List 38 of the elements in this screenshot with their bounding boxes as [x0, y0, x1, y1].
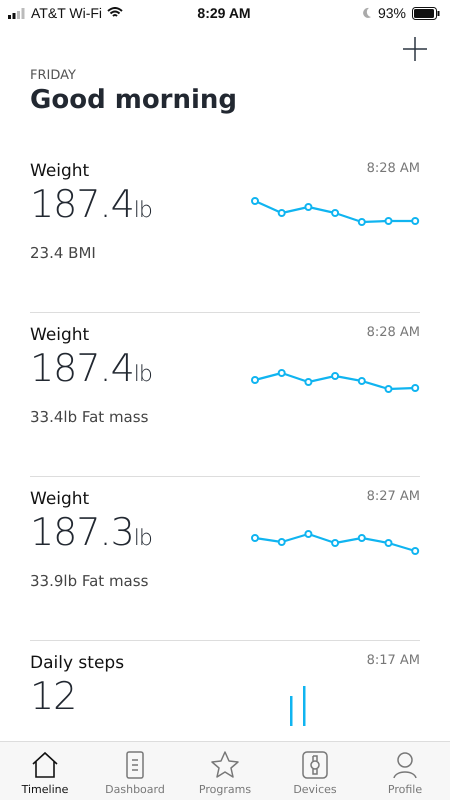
card-time: 8:27 AM — [366, 489, 420, 504]
card-time: 8:28 AM — [366, 325, 420, 340]
measurement-card[interactable]: Weight 187.4lb 33.4lb Fat mass 8:28 AM — [30, 313, 420, 477]
add-button[interactable] — [402, 36, 428, 62]
measurement-value: 187.4lb — [30, 345, 153, 392]
greeting-heading: Good morning — [29, 85, 238, 115]
star-icon — [210, 750, 240, 780]
steps-bar-chart — [290, 686, 306, 726]
measurement-detail: 23.4 BMI — [30, 244, 97, 262]
carrier-label: AT&T Wi-Fi — [31, 5, 102, 21]
card-title: Weight — [30, 161, 90, 181]
signal-icon — [8, 8, 26, 18]
card-title: Weight — [30, 325, 90, 345]
tab-bar-item[interactable]: Timeline — [0, 742, 90, 800]
measurement-detail: 33.9lb Fat mass — [30, 572, 150, 590]
measurement-value: 12 — [30, 673, 78, 719]
tab-bar-item[interactable]: Dashboard — [90, 742, 180, 800]
tab-bar-item[interactable]: Profile — [360, 742, 450, 800]
card-time: 8:17 AM — [366, 653, 420, 668]
measurement-card[interactable]: Daily steps 12 8:17 AM — [30, 641, 420, 741]
tab-bar-item[interactable]: Programs — [180, 742, 270, 800]
house-icon — [30, 750, 60, 780]
measurement-value: 187.4lb — [30, 181, 153, 228]
battery-percent: 93% — [378, 5, 406, 21]
tab-bar-item[interactable]: Devices — [270, 742, 360, 800]
clock-label: 8:29 AM — [197, 5, 251, 21]
card-time: 8:28 AM — [366, 161, 420, 176]
measurement-card[interactable]: Weight 187.4lb 23.4 BMI 8:28 AM — [30, 149, 420, 313]
measurement-detail: 33.4lb Fat mass — [30, 408, 150, 426]
measurement-value: 187.3 lb — [30, 509, 153, 556]
battery-icon — [412, 6, 440, 20]
card-title: Weight — [30, 489, 90, 509]
card-title: Daily steps — [30, 653, 126, 673]
moon-icon — [362, 7, 372, 19]
watch-icon — [300, 750, 330, 780]
measurement-card[interactable]: Weight 187.3 lb 33.9lb Fat mass 8:27 AM — [30, 477, 420, 641]
wifi-icon — [107, 7, 124, 19]
day-label: FRIDAY — [29, 67, 77, 83]
